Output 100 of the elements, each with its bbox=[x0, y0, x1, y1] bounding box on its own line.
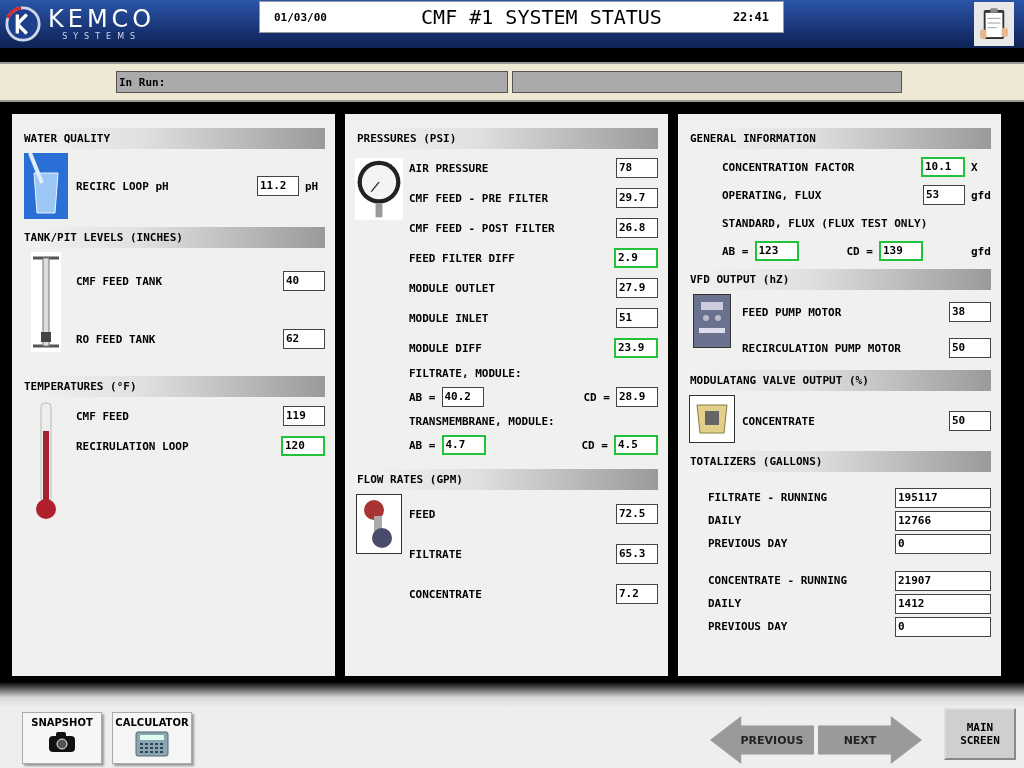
value-field: 0 bbox=[895, 616, 991, 637]
logo-name: KEMCO bbox=[48, 6, 156, 32]
value-field: 29.7 bbox=[616, 188, 658, 208]
field-label: RECIRULATION LOOP bbox=[76, 439, 190, 453]
valve-actuator-drawing bbox=[689, 395, 735, 443]
value-field: 4.7 bbox=[441, 435, 486, 455]
field-label: FEED FILTER DIFF bbox=[409, 251, 516, 265]
section-header: PRESSURES (PSI) bbox=[355, 128, 658, 149]
calculator-icon bbox=[135, 731, 169, 757]
screen-title: CMF #1 SYSTEM STATUS bbox=[420, 5, 663, 29]
value-field: 7.2 bbox=[616, 584, 658, 604]
value-field: 21907 bbox=[895, 570, 991, 591]
field-label: CMF FEED - PRE FILTER bbox=[409, 191, 550, 205]
field-label: AB = bbox=[722, 244, 749, 258]
field-label: CONCENTRATE - RUNNING bbox=[708, 574, 849, 587]
field-label: CONCENTRATION FACTOR bbox=[722, 160, 856, 174]
section-header: TANK/PIT LEVELS (INCHES) bbox=[22, 227, 325, 248]
field-label: OPERATING, FLUX bbox=[722, 188, 823, 202]
value-field: 4.5 bbox=[614, 435, 658, 455]
value-field: 78 bbox=[616, 158, 658, 178]
clipboard-button[interactable] bbox=[974, 2, 1014, 46]
value-field: 50 bbox=[949, 338, 991, 358]
value-field: 10.1 bbox=[921, 157, 965, 177]
time-text: 22:41 bbox=[731, 10, 769, 24]
field-label: AB = bbox=[409, 390, 436, 404]
value-field: 27.9 bbox=[616, 278, 658, 298]
field-label: FILTRATE bbox=[409, 547, 463, 561]
field-label: DAILY bbox=[708, 514, 743, 527]
value-field: 51 bbox=[616, 308, 658, 328]
field-label: MODULE INLET bbox=[409, 311, 490, 325]
value-field: 38 bbox=[949, 302, 991, 322]
field-label: RECIRC LOOP pH bbox=[76, 179, 170, 193]
field-label: PREVIOUS DAY bbox=[708, 620, 789, 633]
value-field: 28.9 bbox=[616, 387, 658, 407]
field-label: RECIRCULATION PUMP MOTOR bbox=[742, 341, 902, 355]
field-label: CD = bbox=[846, 244, 873, 258]
value-field: 72.5 bbox=[616, 504, 658, 524]
section-header: VFD OUTPUT (hZ) bbox=[688, 269, 991, 290]
value-field: 139 bbox=[879, 241, 923, 261]
motor-drive-drawing bbox=[693, 294, 731, 348]
field-label: CD = bbox=[581, 438, 608, 452]
section-header: TEMPERATURES (°F) bbox=[22, 376, 325, 397]
field-label: AB = bbox=[409, 438, 436, 452]
value-field: 0 bbox=[895, 533, 991, 554]
main-screen-button[interactable]: MAIN SCREEN bbox=[944, 708, 1016, 760]
logo-icon bbox=[4, 5, 42, 43]
value-field: 26.8 bbox=[616, 218, 658, 238]
value-field: 123 bbox=[754, 241, 799, 261]
toolbar-button[interactable]: SNAPSHOT bbox=[22, 712, 102, 764]
value-field: 195117 bbox=[895, 487, 991, 508]
field-label: FEED PUMP MOTOR bbox=[742, 305, 843, 319]
field-label: FILTRATE - RUNNING bbox=[708, 491, 829, 504]
section-header: GENERAL INFORMATION bbox=[688, 128, 991, 149]
clipboard-icon bbox=[980, 7, 1008, 41]
value-field: 50 bbox=[949, 411, 991, 431]
group-label: TRANSMEMBRANE, MODULE: bbox=[409, 414, 556, 428]
field-label: RO FEED TANK bbox=[76, 332, 157, 346]
value-field: 119 bbox=[283, 406, 325, 426]
glass-of-water-photo bbox=[24, 153, 68, 219]
value-field: 23.9 bbox=[614, 338, 658, 358]
field-label: MODULE OUTLET bbox=[409, 281, 497, 295]
previous-button[interactable]: PREVIOUS bbox=[710, 716, 814, 764]
field-label: AIR PRESSURE bbox=[409, 161, 490, 175]
field-label: CMF FEED bbox=[76, 409, 130, 423]
value-field: 40 bbox=[283, 271, 325, 291]
group-label: FILTRATE, MODULE: bbox=[409, 366, 523, 380]
value-field: 40.2 bbox=[441, 387, 484, 407]
camera-icon bbox=[47, 731, 77, 753]
toolbar-button[interactable]: CALCULATOR bbox=[112, 712, 192, 764]
value-field: 120 bbox=[281, 436, 325, 456]
field-label: PREVIOUS DAY bbox=[708, 537, 789, 550]
section-header: TOTALIZERS (GALLONS) bbox=[688, 451, 991, 472]
value-field: 12766 bbox=[895, 510, 991, 531]
field-label: DAILY bbox=[708, 597, 743, 610]
field-label: CMF FEED TANK bbox=[76, 274, 164, 288]
value-field: 62 bbox=[283, 329, 325, 349]
field-label: MODULE DIFF bbox=[409, 341, 483, 355]
unit-label: gfd bbox=[971, 188, 991, 202]
unit-label: pH bbox=[305, 179, 320, 193]
unit-label: gfd bbox=[971, 244, 991, 258]
value-field: 53 bbox=[923, 185, 965, 205]
field-label: CONCENTRATE bbox=[409, 587, 483, 601]
field-label: CD = bbox=[583, 390, 610, 404]
unit-label: X bbox=[971, 160, 979, 174]
field-label: FEED bbox=[409, 507, 437, 521]
section-header: MODULATANG VALVE OUTPUT (%) bbox=[688, 370, 991, 391]
group-label: STANDARD, FLUX (FLUX TEST ONLY) bbox=[722, 216, 929, 230]
value-field: 2.9 bbox=[614, 248, 658, 268]
value-field: 11.2 bbox=[257, 176, 299, 196]
section-header: WATER QUALITY bbox=[22, 128, 325, 149]
next-button[interactable]: NEXT bbox=[818, 716, 922, 764]
value-field: 1412 bbox=[895, 593, 991, 614]
logo-subtitle: SYSTEMS bbox=[62, 32, 142, 42]
section-header: FLOW RATES (GPM) bbox=[355, 469, 658, 490]
flowmeter-drawing bbox=[356, 494, 402, 554]
value-field: 65.3 bbox=[616, 544, 658, 564]
field-label: CONCENTRATE bbox=[742, 414, 816, 428]
field-label: CMF FEED - POST FILTER bbox=[409, 221, 556, 235]
status-field: In Run: bbox=[116, 71, 508, 93]
date-text: 01/03/00 bbox=[274, 10, 328, 24]
